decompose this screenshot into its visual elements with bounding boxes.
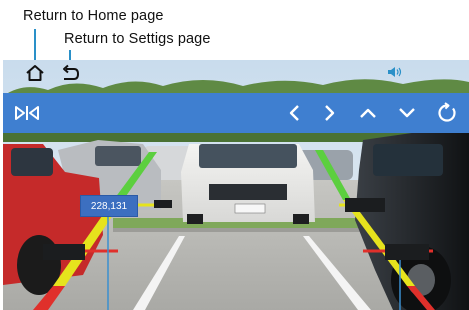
callout-home-line [34,29,36,62]
return-arrow-icon[interactable] [60,64,80,82]
camera-screen: 228,131 [3,60,469,310]
callout-home-label: Return to Home page [23,8,164,24]
distance-label-right-near [385,244,429,260]
home-icon[interactable] [25,64,45,82]
coordinate-readout: 228,131 [80,195,138,217]
distance-label-right-far [345,198,385,212]
chevron-up-icon [360,108,376,118]
top-icon-bar [3,60,469,94]
move-down-button[interactable] [387,93,427,133]
chevron-left-icon [289,105,299,121]
camera-control-toolbar [3,93,469,133]
chevron-right-icon [325,105,335,121]
refresh-icon [438,102,456,122]
reset-button[interactable] [427,93,467,133]
speaker-icon[interactable] [387,66,403,78]
distance-label-left-near [43,244,85,260]
mirror-flip-icon [15,106,39,120]
move-up-button[interactable] [348,93,388,133]
callout-settings-label: Return to Settigs page [64,31,211,47]
distance-label-left-far [154,200,172,208]
mirror-flip-button[interactable] [7,93,47,133]
move-right-button[interactable] [309,93,349,133]
chevron-down-icon [399,108,415,118]
